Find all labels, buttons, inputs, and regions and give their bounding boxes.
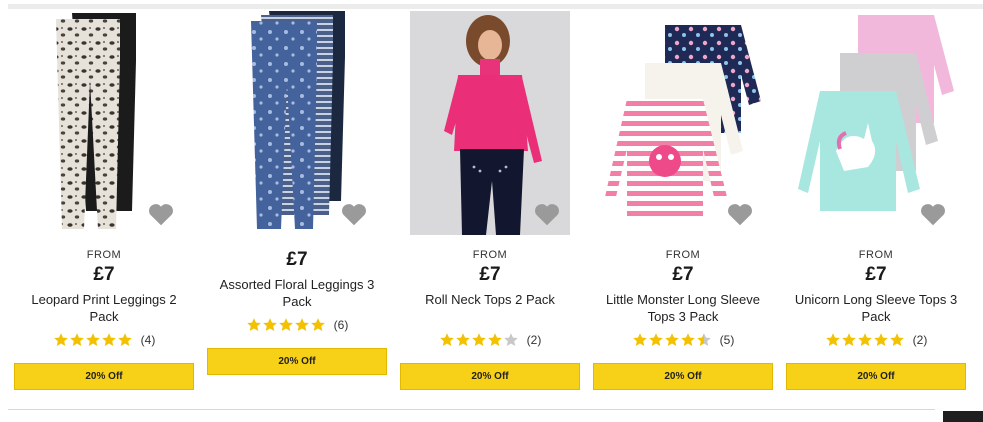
rating: (2)	[786, 331, 966, 349]
star-icon	[680, 333, 695, 346]
star-icon	[648, 333, 663, 346]
star-icon	[278, 318, 293, 331]
from-label: FROM	[86, 249, 122, 261]
star-icon	[825, 333, 840, 346]
star-icon	[632, 333, 647, 346]
star-icon	[246, 318, 261, 331]
product-card[interactable]: FROM £7 Leopard Print Leggings 2 Pack (4…	[14, 11, 194, 390]
product-price: £7	[672, 264, 694, 285]
star-icon	[664, 333, 679, 346]
star-icon	[455, 333, 470, 346]
product-price: £7	[865, 264, 887, 285]
star-icon	[85, 333, 100, 346]
offer-button[interactable]: 20% Off	[786, 363, 966, 390]
star-icon	[69, 333, 84, 346]
product-name[interactable]: Assorted Floral Leggings 3 Pack	[207, 276, 387, 310]
bottom-divider	[8, 409, 935, 410]
product-card[interactable]: FROM £7 Unicorn Long Sleeve Tops 3 Pack …	[786, 11, 966, 390]
star-icon	[696, 333, 711, 346]
star-icon	[439, 333, 454, 346]
star-rating	[825, 332, 905, 348]
product-image[interactable]	[24, 11, 184, 235]
product-image[interactable]	[603, 11, 763, 235]
product-name[interactable]: Little Monster Long Sleeve Tops 3 Pack	[593, 291, 773, 325]
star-icon	[503, 333, 518, 346]
star-rating	[632, 332, 712, 348]
product-image[interactable]	[217, 11, 377, 235]
heart-icon[interactable]	[146, 199, 176, 229]
star-rating	[246, 317, 326, 333]
star-icon	[294, 318, 309, 331]
product-price: £7	[479, 264, 501, 285]
product-name[interactable]: Leopard Print Leggings 2 Pack	[14, 291, 194, 325]
product-name[interactable]: Unicorn Long Sleeve Tops 3 Pack	[786, 291, 966, 325]
star-icon	[471, 333, 486, 346]
product-name[interactable]: Roll Neck Tops 2 Pack	[400, 291, 580, 325]
heart-icon[interactable]	[918, 199, 948, 229]
star-rating	[53, 332, 133, 348]
star-icon	[262, 318, 277, 331]
from-label: FROM	[665, 249, 701, 261]
star-icon	[310, 318, 325, 331]
offer-button[interactable]: 20% Off	[400, 363, 580, 390]
star-icon	[857, 333, 872, 346]
back-to-top-button[interactable]	[943, 411, 983, 422]
star-icon	[873, 333, 888, 346]
review-count[interactable]: (4)	[141, 333, 156, 347]
product-price: £7	[93, 264, 115, 285]
review-count[interactable]: (5)	[720, 333, 735, 347]
rating: (5)	[593, 331, 773, 349]
product-image[interactable]	[410, 11, 570, 235]
review-count[interactable]: (2)	[913, 333, 928, 347]
rating: (4)	[14, 331, 194, 349]
heart-icon[interactable]	[725, 199, 755, 229]
star-icon	[889, 333, 904, 346]
star-icon	[53, 333, 68, 346]
heart-icon[interactable]	[339, 199, 369, 229]
product-price: £7	[286, 249, 308, 270]
review-count[interactable]: (6)	[334, 318, 349, 332]
star-icon	[487, 333, 502, 346]
star-icon	[117, 333, 132, 346]
offer-button[interactable]: 20% Off	[207, 348, 387, 375]
product-image[interactable]	[796, 11, 956, 235]
star-icon	[841, 333, 856, 346]
rating: (6)	[207, 316, 387, 334]
product-grid: FROM £7 Leopard Print Leggings 2 Pack (4…	[14, 11, 966, 390]
offer-button[interactable]: 20% Off	[593, 363, 773, 390]
top-divider	[8, 4, 983, 9]
product-card[interactable]: FROM £7 Little Monster Long Sleeve Tops …	[593, 11, 773, 390]
star-icon	[101, 333, 116, 346]
product-card[interactable]: £7 Assorted Floral Leggings 3 Pack (6) 2…	[207, 11, 387, 390]
offer-button[interactable]: 20% Off	[14, 363, 194, 390]
from-label: FROM	[858, 249, 894, 261]
review-count[interactable]: (2)	[527, 333, 542, 347]
heart-icon[interactable]	[532, 199, 562, 229]
star-rating	[439, 332, 519, 348]
rating: (2)	[400, 331, 580, 349]
product-card[interactable]: FROM £7 Roll Neck Tops 2 Pack (2) 20% Of…	[400, 11, 580, 390]
from-label: FROM	[472, 249, 508, 261]
